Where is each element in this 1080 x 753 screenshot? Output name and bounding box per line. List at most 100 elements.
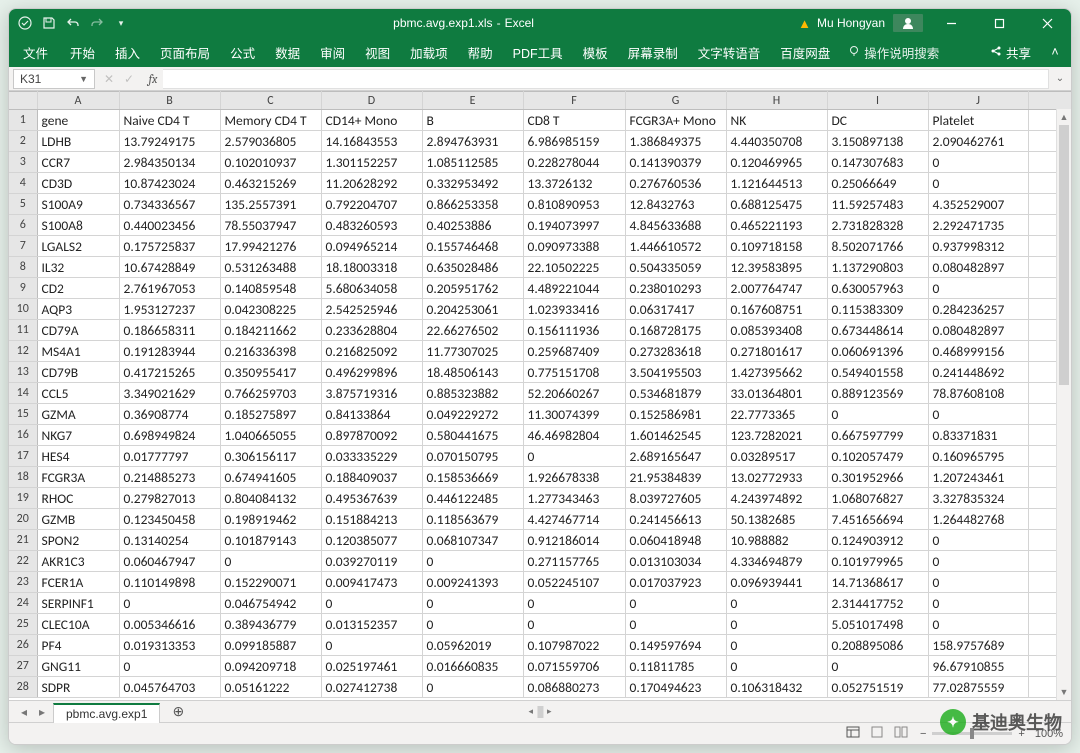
cell[interactable]: 0.463215269 xyxy=(220,173,321,194)
ribbon-tab-4[interactable]: 公式 xyxy=(220,37,265,68)
cell[interactable]: 0.151884213 xyxy=(321,509,422,530)
cell[interactable]: 46.46982804 xyxy=(523,425,625,446)
cell[interactable]: 158.9757689 xyxy=(928,635,1028,656)
zoom-out-icon[interactable]: − xyxy=(920,728,926,740)
ribbon-tab-1[interactable]: 开始 xyxy=(60,37,105,68)
cell[interactable]: 1.953127237 xyxy=(119,299,220,320)
ribbon-tab-7[interactable]: 视图 xyxy=(355,37,400,68)
cell[interactable]: 0.094965214 xyxy=(321,236,422,257)
cell[interactable]: 0 xyxy=(928,152,1028,173)
cell[interactable]: 0.885323882 xyxy=(422,383,523,404)
cell[interactable]: 0.005346616 xyxy=(119,614,220,635)
cell[interactable]: 2.314417752 xyxy=(827,593,928,614)
cell[interactable]: 0.40253886 xyxy=(422,215,523,236)
cell[interactable]: CCL5 xyxy=(37,383,119,404)
sheet-tab-active[interactable]: pbmc.avg.exp1 xyxy=(53,703,160,723)
worksheet-grid[interactable]: ABCDEFGHIJ 1geneNaive CD4 TMemory CD4 TC… xyxy=(9,91,1071,700)
cell[interactable]: 5.680634058 xyxy=(321,278,422,299)
cell[interactable]: 0.792204707 xyxy=(321,194,422,215)
row-header[interactable]: 10 xyxy=(9,299,37,320)
cell[interactable]: GZMA xyxy=(37,404,119,425)
cell[interactable]: 5.051017498 xyxy=(827,614,928,635)
cell[interactable]: 10.87423024 xyxy=(119,173,220,194)
cell[interactable]: 0.350955417 xyxy=(220,362,321,383)
cell[interactable]: 0 xyxy=(422,614,523,635)
row-header[interactable]: 1 xyxy=(9,110,37,131)
ribbon-tab-12[interactable]: 屏幕录制 xyxy=(618,37,688,68)
name-box[interactable]: K31 ▼ xyxy=(13,69,95,89)
cell[interactable]: 1.137290803 xyxy=(827,257,928,278)
maximize-button[interactable] xyxy=(979,9,1019,37)
cell[interactable]: 0.866253358 xyxy=(422,194,523,215)
row-header[interactable]: 5 xyxy=(9,194,37,215)
cell[interactable]: 8.039727605 xyxy=(625,488,726,509)
cell[interactable]: GZMB xyxy=(37,509,119,530)
cell[interactable]: S100A8 xyxy=(37,215,119,236)
cell[interactable]: 0.060691396 xyxy=(827,341,928,362)
formula-input[interactable] xyxy=(163,69,1049,89)
scroll-right-icon[interactable]: ▸ xyxy=(545,706,554,717)
cell[interactable]: 3.504195503 xyxy=(625,362,726,383)
cell[interactable]: 0.123450458 xyxy=(119,509,220,530)
cell[interactable]: 0.140859548 xyxy=(220,278,321,299)
row-header[interactable]: 7 xyxy=(9,236,37,257)
row-header[interactable]: 21 xyxy=(9,530,37,551)
cell[interactable]: 0.271157765 xyxy=(523,551,625,572)
cell[interactable]: 6.986985159 xyxy=(523,131,625,152)
cell[interactable]: 2.007764747 xyxy=(726,278,827,299)
row-header[interactable]: 2 xyxy=(9,131,37,152)
column-header[interactable]: C xyxy=(220,92,321,110)
cell[interactable]: 14.16843553 xyxy=(321,131,422,152)
share-button[interactable]: 共享 xyxy=(990,43,1031,62)
cell[interactable]: 12.8432763 xyxy=(625,194,726,215)
cell[interactable]: 1.264482768 xyxy=(928,509,1028,530)
cell[interactable]: 0.016660835 xyxy=(422,656,523,677)
scroll-down-icon[interactable]: ▼ xyxy=(1057,684,1071,700)
cell[interactable]: S100A9 xyxy=(37,194,119,215)
cell[interactable]: 0.580441675 xyxy=(422,425,523,446)
add-sheet-button[interactable]: ⊕ xyxy=(166,703,190,720)
cell[interactable]: 0.060418948 xyxy=(625,530,726,551)
cell[interactable]: 1.926678338 xyxy=(523,467,625,488)
cell[interactable]: 0.284236257 xyxy=(928,299,1028,320)
cell[interactable]: 10.67428849 xyxy=(119,257,220,278)
cell[interactable]: 0.214885273 xyxy=(119,467,220,488)
cell[interactable]: 0 xyxy=(827,656,928,677)
cell[interactable]: 0.101979965 xyxy=(827,551,928,572)
row-header[interactable]: 4 xyxy=(9,173,37,194)
cell[interactable]: 0.152290071 xyxy=(220,572,321,593)
cell[interactable]: 0.25066649 xyxy=(827,173,928,194)
cell[interactable]: 1.085112585 xyxy=(422,152,523,173)
cell[interactable]: 0.208895086 xyxy=(827,635,928,656)
cell[interactable]: 0.149597694 xyxy=(625,635,726,656)
cell[interactable]: 0.052751519 xyxy=(827,677,928,698)
user-name[interactable]: Mu Hongyan xyxy=(817,16,885,30)
cell[interactable]: 0.775151708 xyxy=(523,362,625,383)
cell[interactable]: 7.451656694 xyxy=(827,509,928,530)
cell[interactable]: 0.01777797 xyxy=(119,446,220,467)
cell[interactable]: 0.228278044 xyxy=(523,152,625,173)
cell[interactable]: 22.66276502 xyxy=(422,320,523,341)
cell[interactable]: NKG7 xyxy=(37,425,119,446)
horizontal-scrollbar[interactable]: ◂ ▸ xyxy=(526,706,553,718)
cell[interactable]: 0.674941605 xyxy=(220,467,321,488)
cell[interactable]: 4.440350708 xyxy=(726,131,827,152)
cell[interactable]: 17.99421276 xyxy=(220,236,321,257)
row-header[interactable]: 23 xyxy=(9,572,37,593)
column-header[interactable]: B xyxy=(119,92,220,110)
cell[interactable]: 0.170494623 xyxy=(625,677,726,698)
cell[interactable]: 0.090973388 xyxy=(523,236,625,257)
cell[interactable]: 0.039270119 xyxy=(321,551,422,572)
cell[interactable]: 0 xyxy=(523,614,625,635)
column-header[interactable]: D xyxy=(321,92,422,110)
cell[interactable]: Naive CD4 T xyxy=(119,110,220,131)
cell[interactable]: 0.027412738 xyxy=(321,677,422,698)
cell[interactable]: 0 xyxy=(928,614,1028,635)
cell[interactable]: 135.2557391 xyxy=(220,194,321,215)
cell[interactable]: 0 xyxy=(928,530,1028,551)
cell[interactable]: 1.121644513 xyxy=(726,173,827,194)
cancel-formula-icon[interactable]: ✕ xyxy=(100,72,118,86)
cell[interactable]: 0 xyxy=(928,593,1028,614)
cell[interactable]: 0.101879143 xyxy=(220,530,321,551)
ribbon-tab-2[interactable]: 插入 xyxy=(105,37,150,68)
